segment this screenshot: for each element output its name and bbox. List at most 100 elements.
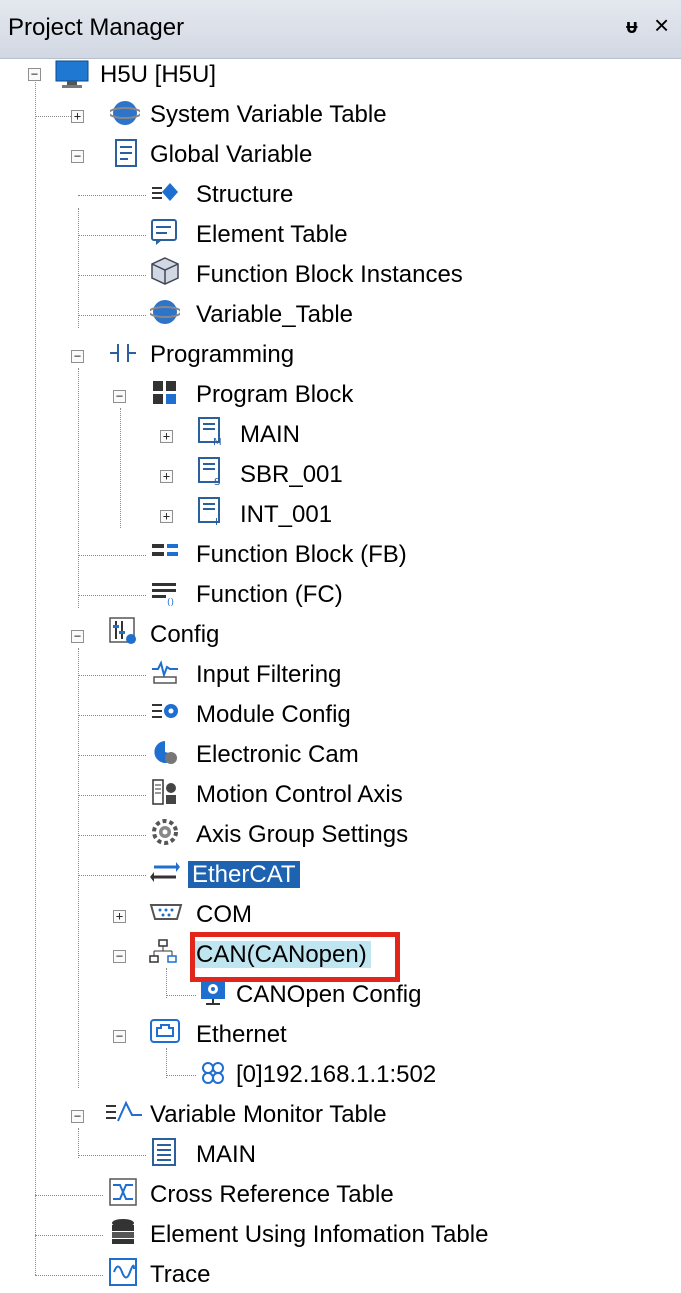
tree-item-global-variable[interactable]: Global Variable — [146, 137, 316, 173]
monitor-table-icon — [152, 1138, 176, 1166]
tree-item-main[interactable]: MAIN — [236, 417, 304, 453]
collapse-toggle[interactable]: − — [71, 350, 84, 363]
tree-connector — [78, 595, 146, 596]
collapse-toggle[interactable]: − — [113, 1030, 126, 1043]
tree-connector — [166, 995, 196, 996]
tree-connector — [78, 675, 146, 676]
gear-icon — [152, 819, 178, 845]
tree-connector — [35, 1235, 103, 1236]
svg-text:(): () — [167, 598, 174, 607]
input-filtering-icon — [152, 660, 178, 684]
serial-port-icon — [149, 904, 183, 920]
cube-icon — [151, 257, 179, 285]
tree-connector — [166, 968, 167, 998]
tree-connector — [78, 648, 79, 1088]
tree-connector — [35, 1235, 36, 1275]
motion-axis-icon — [152, 779, 176, 805]
tree-connector — [35, 116, 75, 117]
collapse-toggle[interactable]: − — [71, 630, 84, 643]
tree-item-variable-table[interactable]: Variable_Table — [192, 297, 357, 333]
svg-text:M: M — [213, 437, 222, 446]
tree-connector — [78, 1155, 146, 1156]
tree-item-input-filtering[interactable]: Input Filtering — [192, 657, 345, 693]
tree-item-canopen-config[interactable]: CANOpen Config — [232, 977, 425, 1013]
tree-item-program-block[interactable]: Program Block — [192, 377, 357, 413]
tree-item-can-canopen[interactable]: CAN(CANopen) — [192, 937, 371, 973]
structure-icon — [152, 183, 178, 201]
tree-item-element-using-info-table[interactable]: Element Using Infomation Table — [146, 1217, 492, 1253]
globe-icon — [150, 300, 180, 324]
collapse-toggle[interactable]: − — [71, 1110, 84, 1123]
tree-item-ethernet-address[interactable]: [0]192.168.1.1:502 — [232, 1057, 440, 1093]
tree-connector — [78, 208, 79, 328]
tree-item-structure[interactable]: Structure — [192, 177, 297, 213]
tree-item-function-fc[interactable]: Function (FC) — [192, 577, 347, 613]
collapse-toggle[interactable]: − — [71, 150, 84, 163]
tree-item-system-variable-table[interactable]: System Variable Table — [146, 97, 391, 133]
tree-item-element-table[interactable]: Element Table — [192, 217, 352, 253]
trace-icon — [109, 1258, 137, 1286]
tree-item-cross-reference-table[interactable]: Cross Reference Table — [146, 1177, 398, 1213]
database-icon — [112, 1219, 134, 1244]
main-program-icon: M — [198, 417, 222, 446]
tree-connector — [78, 835, 146, 836]
tree-item-ethercat[interactable]: EtherCAT — [188, 857, 300, 893]
pin-icon[interactable]: ᵾ — [626, 16, 638, 39]
tree-connector — [35, 1195, 103, 1196]
tree-item-root[interactable]: H5U [H5U] — [96, 57, 220, 93]
tree-item-function-block-fb[interactable]: Function Block (FB) — [192, 537, 411, 573]
tree-connector — [78, 368, 79, 608]
interrupt-icon: I — [198, 497, 220, 526]
function-icon: () — [152, 583, 176, 607]
tree-connector — [35, 78, 36, 1235]
tree-connector — [78, 315, 146, 316]
collapse-toggle[interactable]: − — [28, 68, 41, 81]
expand-toggle[interactable]: + — [71, 110, 84, 123]
electronic-cam-icon — [154, 741, 177, 764]
tree-connector — [78, 235, 146, 236]
module-config-icon — [152, 704, 178, 718]
expand-toggle[interactable]: + — [160, 470, 173, 483]
globe-icon — [110, 101, 140, 125]
project-tree: − H5U [H5U] + System Variable Table − Gl… — [0, 57, 681, 1288]
tree-connector — [166, 1075, 196, 1076]
collapse-toggle[interactable]: − — [113, 390, 126, 403]
tree-item-electronic-cam[interactable]: Electronic Cam — [192, 737, 363, 773]
tree-item-module-config[interactable]: Module Config — [192, 697, 355, 733]
tree-item-monitor-main[interactable]: MAIN — [192, 1137, 260, 1173]
tree-connector — [78, 275, 146, 276]
document-icon — [115, 139, 137, 167]
monitor-icon — [55, 60, 89, 88]
expand-toggle[interactable]: + — [160, 510, 173, 523]
network-tree-icon — [149, 939, 177, 963]
collapse-toggle[interactable]: − — [113, 950, 126, 963]
tree-item-com[interactable]: COM — [192, 897, 256, 933]
tree-item-int-001[interactable]: INT_001 — [236, 497, 336, 533]
tree-item-sbr-001[interactable]: SBR_001 — [236, 457, 347, 493]
tree-connector — [78, 795, 146, 796]
panel-title: Project Manager — [8, 14, 185, 41]
tree-item-trace[interactable]: Trace — [146, 1257, 214, 1293]
close-icon[interactable]: × — [654, 12, 669, 38]
tree-connector — [78, 555, 146, 556]
tree-item-config[interactable]: Config — [146, 617, 223, 653]
config-icon — [109, 617, 136, 644]
svg-text:S: S — [214, 477, 220, 486]
tree-item-programming[interactable]: Programming — [146, 337, 298, 373]
tree-connector — [78, 755, 146, 756]
ethernet-port-icon — [150, 1019, 180, 1043]
network-node-icon — [202, 1062, 224, 1084]
expand-toggle[interactable]: + — [113, 910, 126, 923]
tree-item-function-block-instances[interactable]: Function Block Instances — [192, 257, 467, 293]
ladder-icon — [110, 344, 136, 362]
svg-text:I: I — [215, 517, 218, 526]
tree-item-axis-group-settings[interactable]: Axis Group Settings — [192, 817, 412, 853]
tree-item-variable-monitor-table[interactable]: Variable Monitor Table — [146, 1097, 391, 1133]
expand-toggle[interactable]: + — [160, 430, 173, 443]
tree-connector — [78, 195, 146, 196]
cross-reference-icon — [109, 1178, 137, 1206]
tree-item-ethernet[interactable]: Ethernet — [192, 1017, 291, 1053]
function-block-icon — [152, 544, 178, 556]
tree-item-motion-control-axis[interactable]: Motion Control Axis — [192, 777, 407, 813]
tree-connector — [78, 715, 146, 716]
